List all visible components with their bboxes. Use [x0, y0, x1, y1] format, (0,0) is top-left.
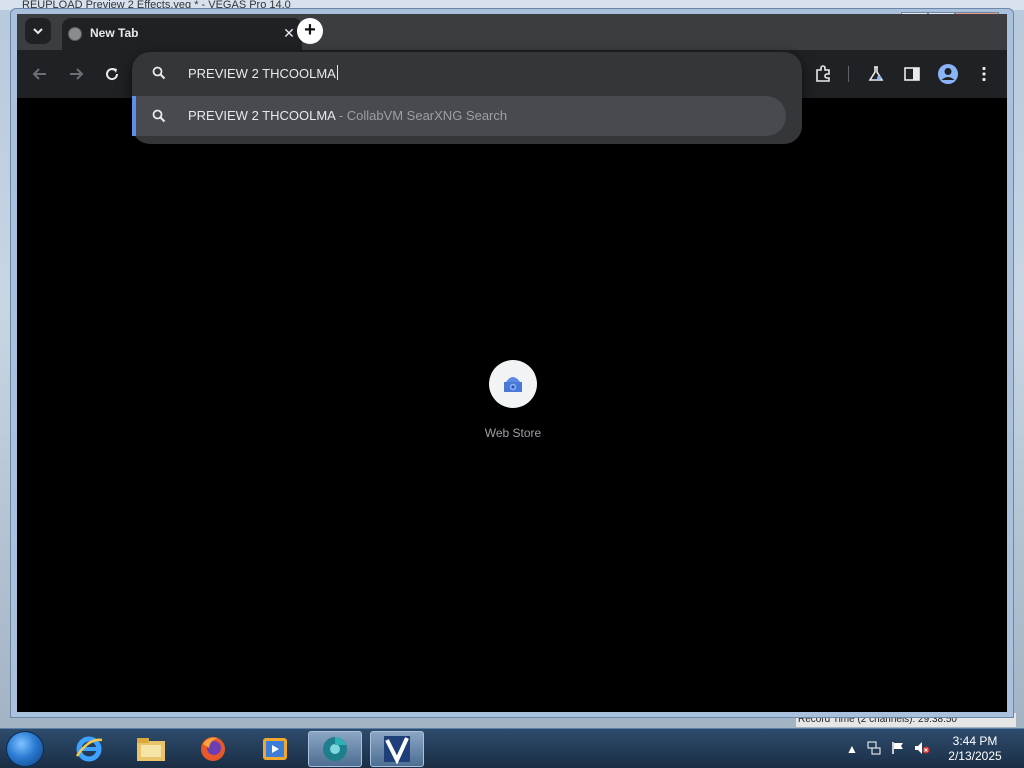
vegas-pro-icon[interactable] [370, 731, 424, 767]
volume-muted-icon[interactable] [914, 741, 930, 757]
suggestion-query: PREVIEW 2 THCOOLMA [188, 108, 336, 123]
address-bar-input[interactable]: PREVIEW 2 THCOOLMA [188, 63, 748, 85]
flask-icon [868, 66, 884, 81]
avatar-icon [938, 64, 958, 84]
new-tab-button[interactable]: + [297, 18, 323, 44]
reload-icon [106, 68, 119, 81]
show-hidden-icons-icon[interactable]: ▲ [844, 741, 860, 757]
close-tab-button[interactable]: ✕ [280, 24, 298, 42]
chevron-down-icon [33, 28, 43, 35]
suggestion-description: CollabVM SearXNG Search [346, 108, 508, 123]
puzzle-icon [816, 65, 830, 82]
forward-button[interactable] [64, 62, 88, 86]
chrome-canary-icon[interactable] [308, 731, 362, 767]
firefox-icon[interactable] [186, 731, 240, 767]
action-center-flag-icon[interactable] [890, 741, 906, 757]
tab-search-button[interactable] [25, 18, 51, 44]
clock-date: 2/13/2025 [948, 749, 1002, 763]
shortcut-web-store[interactable]: Web Store [481, 360, 545, 450]
arrow-left-icon [32, 68, 46, 80]
omnibox-dropdown: PREVIEW 2 THCOOLMA PREVIEW 2 THCOOLMA - … [132, 52, 802, 144]
file-explorer-icon[interactable] [124, 731, 178, 767]
taskbar: ▲ 3:44 PM 2/13/2025 [0, 728, 1024, 768]
labs-button[interactable] [864, 62, 888, 86]
clock-time: 3:44 PM [952, 734, 998, 748]
system-tray: ▲ [840, 729, 940, 768]
suggestion-item[interactable]: PREVIEW 2 THCOOLMA - CollabVM SearXNG Se… [132, 96, 786, 136]
start-button[interactable] [6, 731, 44, 767]
more-vert-icon [982, 66, 986, 82]
suggestion-text: PREVIEW 2 THCOOLMA - CollabVM SearXNG Se… [188, 108, 507, 123]
taskbar-clock[interactable]: 3:44 PM 2/13/2025 [940, 734, 1010, 764]
menu-button[interactable] [972, 62, 996, 86]
search-icon [152, 66, 166, 85]
toolbar-divider [848, 66, 849, 82]
search-icon [152, 109, 166, 128]
internet-explorer-icon[interactable] [62, 731, 116, 767]
selection-indicator [132, 96, 136, 136]
suggestion-separator: - [335, 108, 347, 123]
tab-title: New Tab [90, 26, 139, 40]
globe-icon [68, 27, 82, 41]
tab-strip: New Tab ✕ + [17, 14, 1007, 50]
shortcut-label: Web Store [484, 426, 542, 440]
address-bar-text: PREVIEW 2 THCOOLMA [188, 66, 336, 81]
extensions-button[interactable] [811, 62, 835, 86]
new-tab-page: Web Store [17, 98, 1007, 712]
back-button[interactable] [28, 62, 52, 86]
network-icon[interactable] [866, 741, 882, 757]
side-panel-icon [904, 67, 920, 81]
profile-button[interactable] [936, 62, 960, 86]
reload-button[interactable] [100, 62, 124, 86]
arrow-right-icon [70, 68, 84, 80]
tab-new-tab[interactable]: New Tab ✕ [62, 18, 302, 50]
side-panel-button[interactable] [900, 62, 924, 86]
text-cursor [336, 65, 338, 80]
web-store-icon [489, 360, 537, 408]
media-player-icon[interactable] [248, 731, 302, 767]
